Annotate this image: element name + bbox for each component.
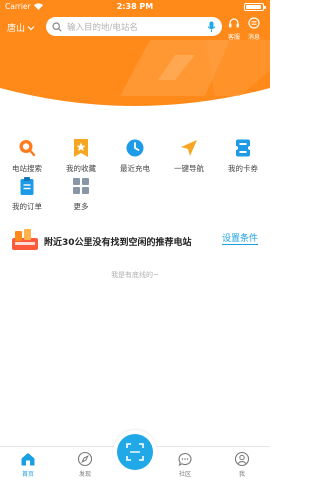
- compass-icon: [77, 451, 93, 467]
- search-icon: [52, 21, 62, 32]
- header-banner: Carrier 2:38 PM 唐山 输入目的地/电站名 客服 消息: [0, 0, 270, 112]
- grid-item-coupons[interactable]: 我的卡券: [216, 138, 270, 174]
- grid-item-navigation[interactable]: 一键导航: [162, 138, 216, 174]
- city-selector[interactable]: 唐山: [7, 21, 35, 34]
- scan-icon: [126, 443, 144, 461]
- city-label: 唐山: [7, 24, 26, 34]
- tab-home[interactable]: 首页: [8, 451, 48, 478]
- scan-button[interactable]: [117, 434, 153, 470]
- chevron-down-icon: [27, 25, 35, 30]
- tab-label: 发现: [78, 471, 91, 478]
- recommend-station-icon: [12, 229, 38, 250]
- customer-service-label: 客服: [227, 34, 240, 41]
- status-time: 2:38 PM: [116, 2, 154, 11]
- settings-link[interactable]: 设置条件: [221, 234, 258, 245]
- notice-message: 附近30公里没有找到空闲的推荐电站: [44, 238, 192, 248]
- search-bar[interactable]: 输入目的地/电站名: [46, 17, 222, 36]
- home-icon: [21, 453, 35, 466]
- grid-more-icon: [73, 178, 89, 194]
- grid-item-label: 更多: [73, 202, 89, 211]
- grid-item-favorites[interactable]: 我的收藏: [54, 138, 108, 174]
- grid-item-label: 我的卡券: [228, 164, 258, 173]
- message-icon: [248, 17, 260, 29]
- coupon-icon: [234, 139, 252, 157]
- tab-label: 社区: [178, 471, 191, 478]
- clock-icon: [126, 139, 144, 157]
- tab-me[interactable]: 我: [222, 451, 262, 478]
- navigation-arrow-icon: [181, 140, 197, 156]
- grid-item-more[interactable]: 更多: [54, 176, 108, 212]
- chat-icon: [178, 453, 192, 467]
- battery-icon: [244, 3, 266, 11]
- tab-discover[interactable]: 发现: [65, 451, 105, 478]
- search-location-icon: [19, 140, 36, 157]
- status-bar: Carrier 2:38 PM: [0, 0, 270, 14]
- grid-item-orders[interactable]: 我的订单: [0, 176, 54, 212]
- grid-item-label: 最近充电: [120, 164, 150, 173]
- clipboard-order-icon: [20, 177, 34, 195]
- grid-item-station-search[interactable]: 电站搜索: [0, 138, 54, 174]
- grid-item-label: 我的订单: [12, 202, 42, 211]
- end-of-list-text: 我是有底线的~: [111, 271, 159, 279]
- scan-button-wrap: [113, 430, 157, 474]
- star-bookmark-icon: [74, 139, 88, 157]
- microphone-icon[interactable]: [207, 21, 216, 33]
- tab-community[interactable]: 社区: [165, 451, 205, 478]
- recommendation-notice: 附近30公里没有找到空闲的推荐电站 设置条件: [0, 224, 270, 254]
- grid-item-recent-charging[interactable]: 最近充电: [108, 138, 162, 174]
- search-input[interactable]: 输入目的地/电站名: [67, 21, 207, 33]
- headset-icon: [229, 18, 239, 28]
- messages-label: 消息: [247, 34, 260, 41]
- user-icon: [234, 451, 250, 467]
- messages-button[interactable]: 消息: [244, 17, 264, 41]
- grid-item-label: 电站搜索: [12, 164, 42, 173]
- grid-item-label: 我的收藏: [66, 164, 96, 173]
- tab-label: 首页: [21, 471, 34, 478]
- customer-service-button[interactable]: 客服: [224, 17, 244, 41]
- grid-item-label: 一键导航: [174, 164, 204, 173]
- tab-label: 我: [238, 471, 245, 478]
